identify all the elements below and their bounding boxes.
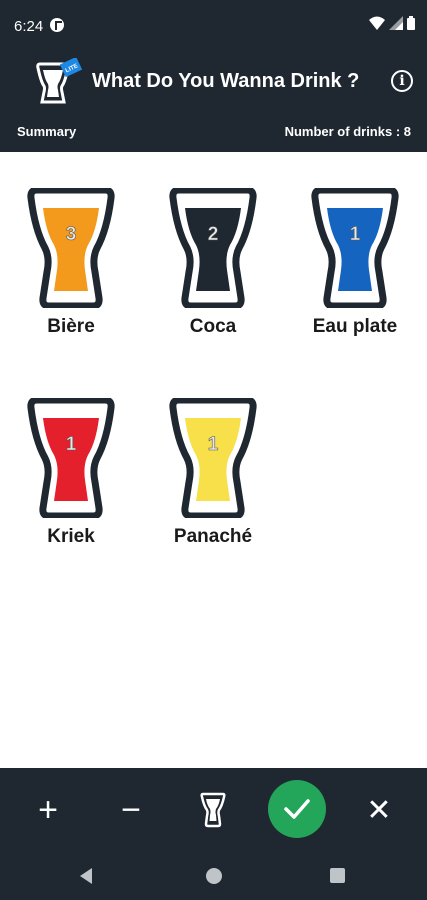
close-icon: ✕	[366, 793, 392, 827]
battery-icon	[407, 16, 415, 30]
app-logo-icon: LITE	[36, 58, 82, 104]
drink-name: Panaché	[173, 526, 253, 547]
notification-icon	[50, 18, 64, 32]
drink-item-biere[interactable]: 3 Bière	[16, 188, 126, 338]
plus-icon: +	[38, 790, 58, 829]
wifi-icon	[369, 16, 385, 30]
signal-icon	[389, 16, 403, 30]
cancel-button[interactable]: ✕	[351, 782, 407, 838]
system-nav-bar	[0, 852, 427, 900]
drinks-grid: 3 Bière 2 Coca 1 Eau plate 1 Kriek 1 Pan…	[0, 152, 427, 768]
status-icons	[369, 16, 415, 30]
beer-glass-icon: 1	[27, 398, 115, 518]
status-bar: 6:24	[0, 0, 427, 52]
drink-count: 1	[208, 434, 219, 455]
check-icon	[284, 799, 310, 819]
action-bar: + − ✕	[0, 768, 427, 852]
add-button[interactable]: +	[20, 782, 76, 838]
summary-label: Summary	[17, 124, 77, 139]
beer-glass-icon: 2	[169, 188, 257, 308]
drink-name: Kriek	[47, 526, 95, 547]
drink-item-eau-plate[interactable]: 1 Eau plate	[300, 188, 410, 338]
minus-icon: −	[121, 790, 141, 829]
home-icon[interactable]	[206, 868, 222, 884]
remove-button[interactable]: −	[103, 782, 159, 838]
drink-name: Eau plate	[312, 316, 398, 337]
glass-button[interactable]	[185, 782, 241, 838]
beer-glass-icon: 1	[311, 188, 399, 308]
drink-item-coca[interactable]: 2 Coca	[158, 188, 268, 338]
beer-glass-icon: 1	[169, 398, 257, 518]
drink-count: 3	[66, 224, 77, 245]
status-time: 6:24	[14, 18, 44, 35]
confirm-button[interactable]	[268, 780, 326, 838]
drink-count: 1	[66, 434, 77, 455]
drink-name: Coca	[189, 316, 237, 337]
beer-glass-icon	[200, 792, 226, 828]
drink-item-kriek[interactable]: 1 Kriek	[16, 398, 126, 548]
back-icon[interactable]	[80, 868, 92, 884]
drink-count: 1	[350, 224, 361, 245]
drink-count: 2	[208, 224, 219, 245]
drink-count-label: Number of drinks : 8	[284, 124, 411, 139]
recents-icon[interactable]	[330, 868, 345, 883]
beer-glass-icon: 3	[27, 188, 115, 308]
app-title: What Do You Wanna Drink ?	[92, 70, 360, 92]
info-button[interactable]: i	[391, 70, 413, 92]
app-bar: LITE What Do You Wanna Drink ? i Summary…	[0, 52, 427, 152]
drink-name: Bière	[47, 316, 95, 337]
drink-item-panache[interactable]: 1 Panaché	[158, 398, 268, 548]
